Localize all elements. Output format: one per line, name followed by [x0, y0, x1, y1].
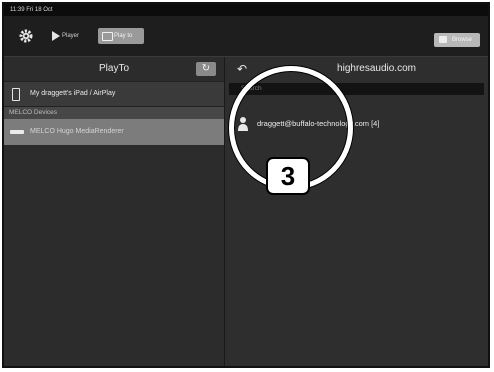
playto-pane: PlayTo ↻ My draggett's iPad / AirPlay ME…: [4, 57, 225, 366]
tablet-icon: [12, 88, 20, 101]
renderer-icon: [10, 130, 24, 134]
play-icon: [52, 31, 60, 41]
status-time: 11:39 Fri 18 Oct: [10, 7, 53, 13]
status-bar: 11:39 Fri 18 Oct: [4, 4, 488, 16]
playto-title: PlayTo: [98, 63, 129, 74]
playto-tab-label: Play to: [114, 33, 133, 39]
player-tab-label: Player: [62, 33, 80, 39]
browse-button[interactable]: Browse: [434, 33, 480, 47]
toolbar: Player Play to Browse: [4, 16, 488, 57]
device-label: My draggett's iPad / AirPlay: [30, 90, 116, 97]
player-tab[interactable]: Player: [48, 28, 94, 44]
gear-icon[interactable]: [18, 28, 34, 44]
cast-icon: [102, 32, 113, 41]
device-item-renderer[interactable]: MELCO Hugo MediaRenderer: [4, 119, 224, 145]
device-item-airplay[interactable]: My draggett's iPad / AirPlay: [4, 81, 224, 107]
browse-button-label: Browse: [452, 37, 473, 43]
section-header-melco: MELCO Devices: [4, 107, 224, 119]
playto-header: PlayTo ↻: [4, 57, 224, 81]
back-arrow-icon[interactable]: ↶: [237, 62, 247, 76]
callout-number: 3: [266, 157, 310, 195]
folder-icon: [439, 36, 447, 43]
refresh-icon: ↻: [201, 63, 211, 74]
refresh-button[interactable]: ↻: [196, 62, 216, 76]
playto-tab[interactable]: Play to: [98, 28, 144, 44]
app-window: 11:39 Fri 18 Oct Player Play to Browse P…: [2, 2, 490, 368]
renderer-label: MELCO Hugo MediaRenderer: [30, 128, 124, 135]
